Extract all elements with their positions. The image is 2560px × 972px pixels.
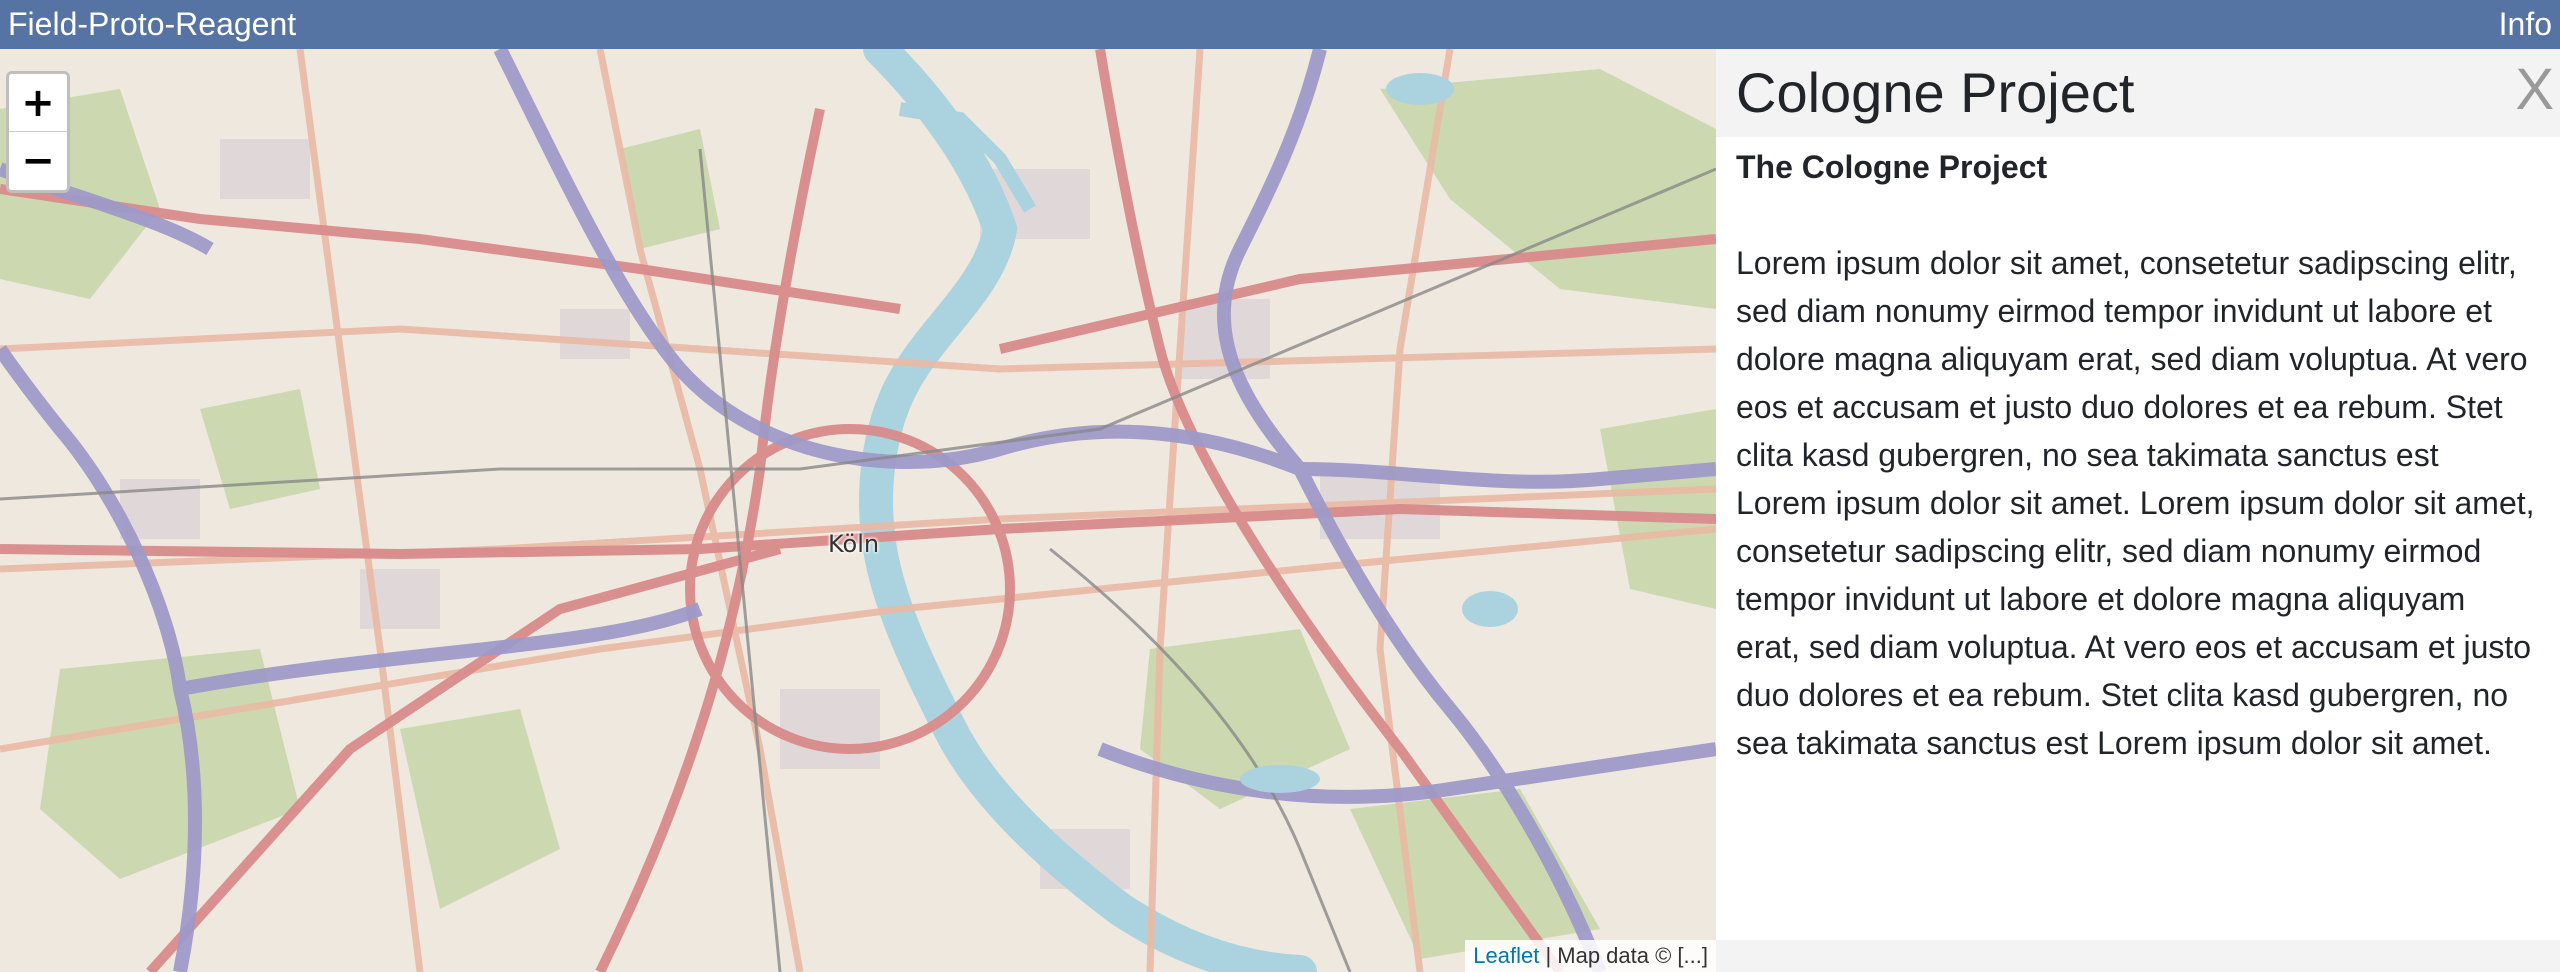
info-link[interactable]: Info — [2499, 0, 2552, 49]
map-view[interactable]: + − Köln Leaflet | Map data © [...] — [0, 49, 1716, 972]
panel-title: Cologne Project — [1736, 61, 2135, 124]
panel-subtitle: The Cologne Project — [1736, 149, 2048, 185]
city-label: Köln — [828, 530, 880, 558]
panel-footer — [1716, 940, 2560, 972]
zoom-control: + − — [6, 71, 70, 193]
attribution-text: | Map data © [...] — [1539, 943, 1708, 968]
map-tiles[interactable] — [0, 49, 1716, 972]
zoom-out-button[interactable]: − — [9, 132, 67, 190]
info-panel: Cologne Project X The Cologne Project Lo… — [1716, 49, 2560, 972]
close-button[interactable]: X — [2515, 55, 2554, 125]
panel-header: Cologne Project X — [1716, 49, 2560, 137]
leaflet-link[interactable]: Leaflet — [1473, 943, 1539, 968]
panel-body-text: Lorem ipsum dolor sit amet, consetetur s… — [1736, 245, 2535, 761]
zoom-in-button[interactable]: + — [9, 74, 67, 132]
app-brand[interactable]: Field-Proto-Reagent — [8, 0, 296, 49]
map-attribution: Leaflet | Map data © [...] — [1465, 940, 1716, 972]
top-navbar: Field-Proto-Reagent Info — [0, 0, 2560, 49]
